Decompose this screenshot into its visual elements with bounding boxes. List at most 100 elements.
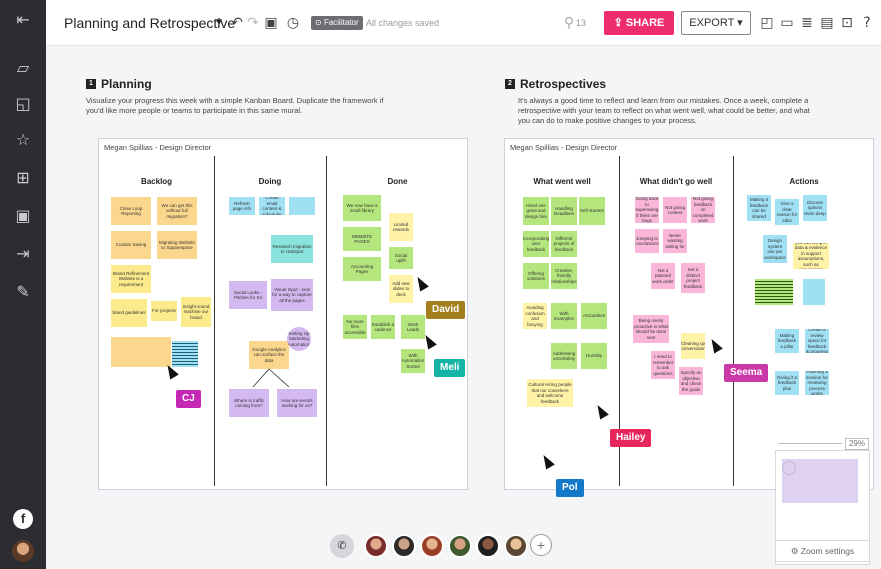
sticky-note[interactable]: Where is traffic coming from? <box>229 389 269 417</box>
sticky-note-list[interactable] <box>172 341 198 367</box>
sticky-note[interactable]: Cultural Hiring people that our coworker… <box>527 379 573 407</box>
sticky-note-list[interactable] <box>755 279 793 305</box>
stopwatch-icon[interactable]: ◷ <box>284 14 302 32</box>
outline-icon[interactable]: ▤ <box>818 14 836 32</box>
sticky-note[interactable]: Limited rewards <box>389 213 413 241</box>
timer-icon[interactable]: ▣ <box>262 14 280 32</box>
sticky-note[interactable]: Google Analytics can surface the data <box>249 341 289 369</box>
sticky-note[interactable]: Add new slides to deck <box>389 275 413 303</box>
sticky-note[interactable]: Research migration to HubSpot <box>271 235 313 263</box>
sticky-note[interactable]: Planning a session for reviewing process… <box>805 371 829 395</box>
sticky-note[interactable]: Self starters <box>579 197 605 225</box>
collaborator-avatar[interactable] <box>476 534 500 558</box>
sticky-note[interactable]: Create a review space for feedback & pro… <box>805 329 829 353</box>
mural-canvas[interactable]: 1 Planning Visualize your progress this … <box>46 46 881 569</box>
sticky-note-circle[interactable]: Setting Up Marketing Automation <box>287 327 311 351</box>
comments-icon[interactable]: ◰ <box>758 14 776 32</box>
minimap-viewport[interactable] <box>782 459 858 503</box>
sticky-note[interactable]: Cleaning up conversation <box>681 333 705 359</box>
sticky-note[interactable]: Hired one great and design hire <box>523 197 549 225</box>
help-icon[interactable]: ? <box>858 14 876 32</box>
sticky-note[interactable]: Visual Input - look for a way to capture… <box>271 279 313 311</box>
sticky-note[interactable]: With Automation Sorted <box>401 349 425 373</box>
sticky-note[interactable]: brand guidelines <box>111 299 147 327</box>
sticky-note[interactable]: Avoiding confusion and busying <box>523 303 547 329</box>
sticky-note[interactable]: Work Leads <box>401 315 425 339</box>
shapes-icon[interactable]: ◱ <box>13 94 33 114</box>
exit-icon[interactable]: ⇤ <box>13 10 33 30</box>
activity-icon[interactable]: ≣ <box>798 14 816 32</box>
sticky-note[interactable]: Jumping to conclusions <box>635 229 659 253</box>
collaborator-avatar[interactable] <box>504 534 528 558</box>
chevron-down-icon[interactable]: ▼ <box>214 0 224 46</box>
sticky-note[interactable]: Not a planned work order <box>651 263 675 289</box>
sticky-note[interactable] <box>111 337 171 367</box>
sticky-note[interactable]: Not a distinct project feedback <box>681 263 705 293</box>
export-button[interactable]: EXPORT ▾ <box>681 11 751 35</box>
sticky-note[interactable]: Giving it a feedback plan <box>775 371 799 395</box>
retro-board[interactable]: Megan Spillias - Design Director What we… <box>504 138 874 490</box>
sticky-note[interactable]: For projects <box>151 301 177 321</box>
sticky-note[interactable]: you can bring in data & evidence to supp… <box>793 243 829 269</box>
sticky-note[interactable]: Never wasting asking for <box>663 229 687 253</box>
sticky-note[interactable]: Making feedback a pillar <box>775 329 799 353</box>
redo-icon[interactable]: ↷ <box>244 14 262 32</box>
grid-icon[interactable]: ⊞ <box>13 168 33 188</box>
mural-title[interactable]: Planning and Retrospective <box>64 0 235 46</box>
sticky-note[interactable]: Give a clear reason for edits <box>775 199 799 225</box>
sticky-note[interactable]: With Examples <box>551 303 577 329</box>
sticky-note[interactable]: Different projects of feedback <box>551 231 577 257</box>
facilitator-badge[interactable]: ⊙ Facilitator <box>311 16 363 30</box>
sticky-note[interactable]: Establish a cadence <box>371 315 395 339</box>
zoom-level[interactable]: 29% <box>845 438 869 450</box>
sticky-note[interactable]: I need to remember to ask questions <box>651 351 675 379</box>
import-icon[interactable]: ⇥ <box>13 244 33 264</box>
pen-icon[interactable]: ✎ <box>13 282 33 302</box>
collaborator-avatar[interactable] <box>364 534 388 558</box>
sticky-note[interactable]: Creative, friendly relationships <box>551 263 577 289</box>
sticky-note[interactable]: Migrating Website to Squarespace <box>157 231 197 259</box>
sticky-note[interactable] <box>803 279 825 305</box>
sticky-note[interactable]: Humility <box>581 343 607 369</box>
mural-logo[interactable]: f <box>13 509 33 529</box>
sticky-note[interactable]: Going back to supervising if there are b… <box>635 197 659 223</box>
sticky-note[interactable]: Brand Refinement Website is a requiremen… <box>111 265 151 293</box>
image-icon[interactable]: ▣ <box>13 206 33 226</box>
sticky-note[interactable]: Create email content & scheduler <box>259 197 285 215</box>
sticky-note[interactable]: Discuss options team deep <box>803 195 827 221</box>
sticky-note[interactable]: We now have a small library <box>343 195 381 221</box>
sticky-note[interactable]: Refresh page info <box>229 197 255 215</box>
add-member-button[interactable]: + <box>530 534 552 556</box>
sticky-note[interactable]: Handling Deadlines <box>551 197 577 225</box>
search-icon[interactable]: ⊡ <box>838 14 856 32</box>
sticky-note[interactable]: WEBSITE PAGES <box>343 227 381 251</box>
sticky-note[interactable]: Making it feedback can be shared <box>747 195 771 221</box>
sticky-note[interactable]: Specify an objective and check the goals <box>679 367 703 395</box>
sticky-note[interactable]: Addressing uncertainty <box>551 343 577 369</box>
sticky-note[interactable]: Social Looks - Pitches for S4 <box>229 281 267 309</box>
sticky-note[interactable]: Design system use per workspace <box>763 235 787 263</box>
sticky-note[interactable]: Social uplift <box>389 247 413 269</box>
star-icon[interactable]: ☆ <box>13 130 33 150</box>
chat-icon[interactable]: ▭ <box>778 14 796 32</box>
sticky-note[interactable]: Custom Saving <box>111 231 151 259</box>
share-button[interactable]: ⇪ SHARE <box>604 11 674 35</box>
collaborator-avatar[interactable] <box>420 534 444 558</box>
sticky-note[interactable]: We can get this without full migration? <box>157 197 197 225</box>
planning-board[interactable]: Megan Spillias - Design Director Backlog… <box>98 138 468 490</box>
sticky-note[interactable]: Offering solutions <box>523 263 549 289</box>
sticky-note[interactable]: Insight sound machine our brand <box>181 297 211 327</box>
user-avatar[interactable] <box>12 540 34 562</box>
sticky-note[interactable]: Accounting Pages <box>343 257 381 281</box>
sticky-note[interactable]: Incorporating user feedback <box>523 231 549 257</box>
collaborator-avatar[interactable] <box>392 534 416 558</box>
collaborator-avatar[interactable] <box>448 534 472 558</box>
sticky-note[interactable]: Articulation <box>581 303 607 329</box>
sticky-note[interactable]: Close Loop Reporting <box>111 197 151 225</box>
sticky-note[interactable]: Being overly proactive in what should be… <box>633 315 669 343</box>
sticky-note[interactable]: Not giving context <box>663 197 687 223</box>
sticky-note[interactable]: Not giving feedback on completed work <box>691 197 715 223</box>
sticky-note-icon[interactable]: ▱ <box>13 58 33 78</box>
sticky-note[interactable] <box>289 197 315 215</box>
zoom-slider[interactable] <box>778 443 842 444</box>
